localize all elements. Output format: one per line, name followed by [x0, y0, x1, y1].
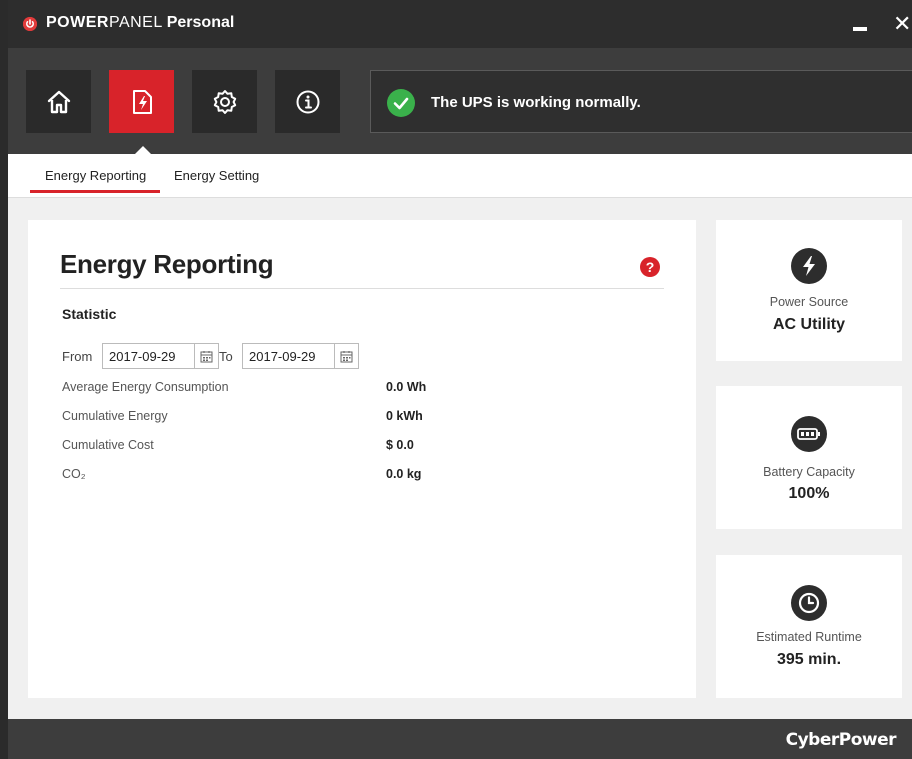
tab-bar: Energy Reporting Energy Setting: [8, 154, 912, 198]
minimize-button[interactable]: [853, 27, 867, 31]
battery-icon: [791, 416, 827, 452]
battery-capacity-value: 100%: [788, 485, 830, 502]
active-tab-underline: [30, 190, 160, 193]
nav-energy-button[interactable]: [109, 70, 174, 133]
active-nav-pointer: [135, 146, 151, 154]
app-window: POWERPANEL Personal ✕ The UPS is working…: [8, 0, 912, 759]
to-label: To: [219, 349, 233, 364]
energy-report-icon: [132, 89, 152, 114]
to-date-field[interactable]: 2017-09-29: [242, 343, 359, 369]
title-divider: [60, 288, 664, 289]
app-title-part1: POWER: [46, 14, 109, 31]
stat-value-co2: 0.0 kg: [386, 467, 422, 481]
stat-label-cumulative-energy: Cumulative Energy: [62, 409, 168, 423]
nav-info-button[interactable]: [275, 70, 340, 133]
title-bar: POWERPANEL Personal ✕: [8, 0, 912, 48]
help-icon[interactable]: ?: [640, 257, 660, 277]
gear-icon: [213, 89, 236, 114]
from-label: From: [62, 349, 93, 364]
battery-capacity-card: Battery Capacity 100%: [716, 386, 902, 529]
clock-icon: [791, 585, 827, 621]
stat-value-cumulative-energy: 0 kWh: [386, 409, 423, 423]
nav-home-button[interactable]: [26, 70, 91, 133]
battery-capacity-label: Battery Capacity: [763, 465, 855, 479]
from-date-value: 2017-09-29: [109, 349, 176, 364]
to-date-value: 2017-09-29: [249, 349, 316, 364]
stat-value-cumulative-cost: $ 0.0: [386, 438, 414, 452]
calendar-icon[interactable]: [334, 344, 358, 368]
stat-label-co2: CO₂: [62, 467, 86, 481]
check-circle-icon: [387, 89, 415, 117]
footer: CyberPower: [8, 719, 912, 759]
power-source-value: AC Utility: [773, 316, 845, 333]
tab-energy-setting[interactable]: Energy Setting: [174, 168, 259, 183]
status-message: The UPS is working normally.: [431, 94, 641, 111]
estimated-runtime-value: 395 min.: [776, 651, 842, 668]
estimated-runtime-label: Estimated Runtime: [756, 630, 862, 644]
stat-label-cumulative-cost: Cumulative Cost: [62, 438, 154, 452]
nav-settings-button[interactable]: [192, 70, 257, 133]
tab-energy-reporting[interactable]: Energy Reporting: [45, 168, 146, 183]
powerpanel-logo-icon: [23, 17, 37, 31]
page-title: Energy Reporting: [60, 249, 274, 279]
info-icon: [296, 90, 319, 113]
stat-value-average-energy: 0.0 Wh: [386, 380, 427, 394]
toolbar: The UPS is working normally.: [8, 48, 912, 154]
home-icon: [47, 90, 70, 113]
cyberpower-logo: CyberPower: [785, 730, 897, 750]
stat-label-average-energy: Average Energy Consumption: [62, 380, 229, 394]
status-banner: The UPS is working normally.: [370, 70, 912, 133]
energy-report-card: Energy Reporting ? Statistic From 2017-0…: [28, 220, 696, 698]
close-button[interactable]: ✕: [893, 13, 911, 35]
power-source-card: Power Source AC Utility: [716, 220, 902, 361]
section-heading: Statistic: [62, 306, 117, 322]
estimated-runtime-card: Estimated Runtime 395 min.: [716, 555, 902, 698]
lightning-icon: [791, 248, 827, 284]
calendar-icon[interactable]: [194, 344, 218, 368]
from-date-field[interactable]: 2017-09-29: [102, 343, 219, 369]
app-title: POWERPANEL Personal: [46, 14, 234, 32]
app-title-part2: PANEL: [108, 14, 163, 31]
power-source-label: Power Source: [769, 295, 849, 309]
app-title-part3: Personal: [166, 14, 235, 31]
